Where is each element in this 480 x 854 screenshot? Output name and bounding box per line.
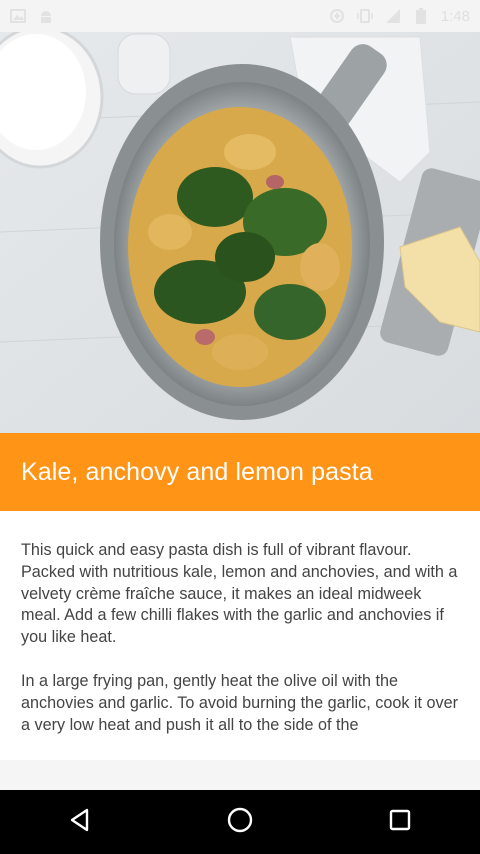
back-button[interactable] xyxy=(50,792,110,852)
recipe-title-banner: Kale, anchovy and lemon pasta xyxy=(0,433,480,511)
description-paragraph-method: In a large frying pan, gently heat the o… xyxy=(21,671,459,734)
back-icon xyxy=(67,807,93,838)
recipe-description: This quick and easy pasta dish is full o… xyxy=(21,540,463,758)
home-button[interactable] xyxy=(210,792,270,852)
app-screen: 1:48 Kale, anchovy and lemon pasta This … xyxy=(0,0,480,854)
description-paragraph-intro: This quick and easy pasta dish is full o… xyxy=(21,541,458,647)
recipe-title: Kale, anchovy and lemon pasta xyxy=(21,457,373,486)
content-bottom-gap xyxy=(0,760,480,790)
data-saver-icon xyxy=(329,8,345,24)
recents-button[interactable] xyxy=(370,792,430,852)
vibrate-icon xyxy=(357,8,373,24)
android-icon xyxy=(38,8,54,24)
status-bar: 1:48 xyxy=(0,0,480,32)
signal-icon xyxy=(385,8,401,24)
status-time: 1:48 xyxy=(440,7,470,25)
recipe-hero-image xyxy=(0,32,480,433)
home-icon xyxy=(226,806,254,839)
recents-icon xyxy=(388,808,412,837)
battery-icon xyxy=(413,8,429,24)
image-icon xyxy=(10,8,26,24)
system-nav-bar xyxy=(0,790,480,854)
